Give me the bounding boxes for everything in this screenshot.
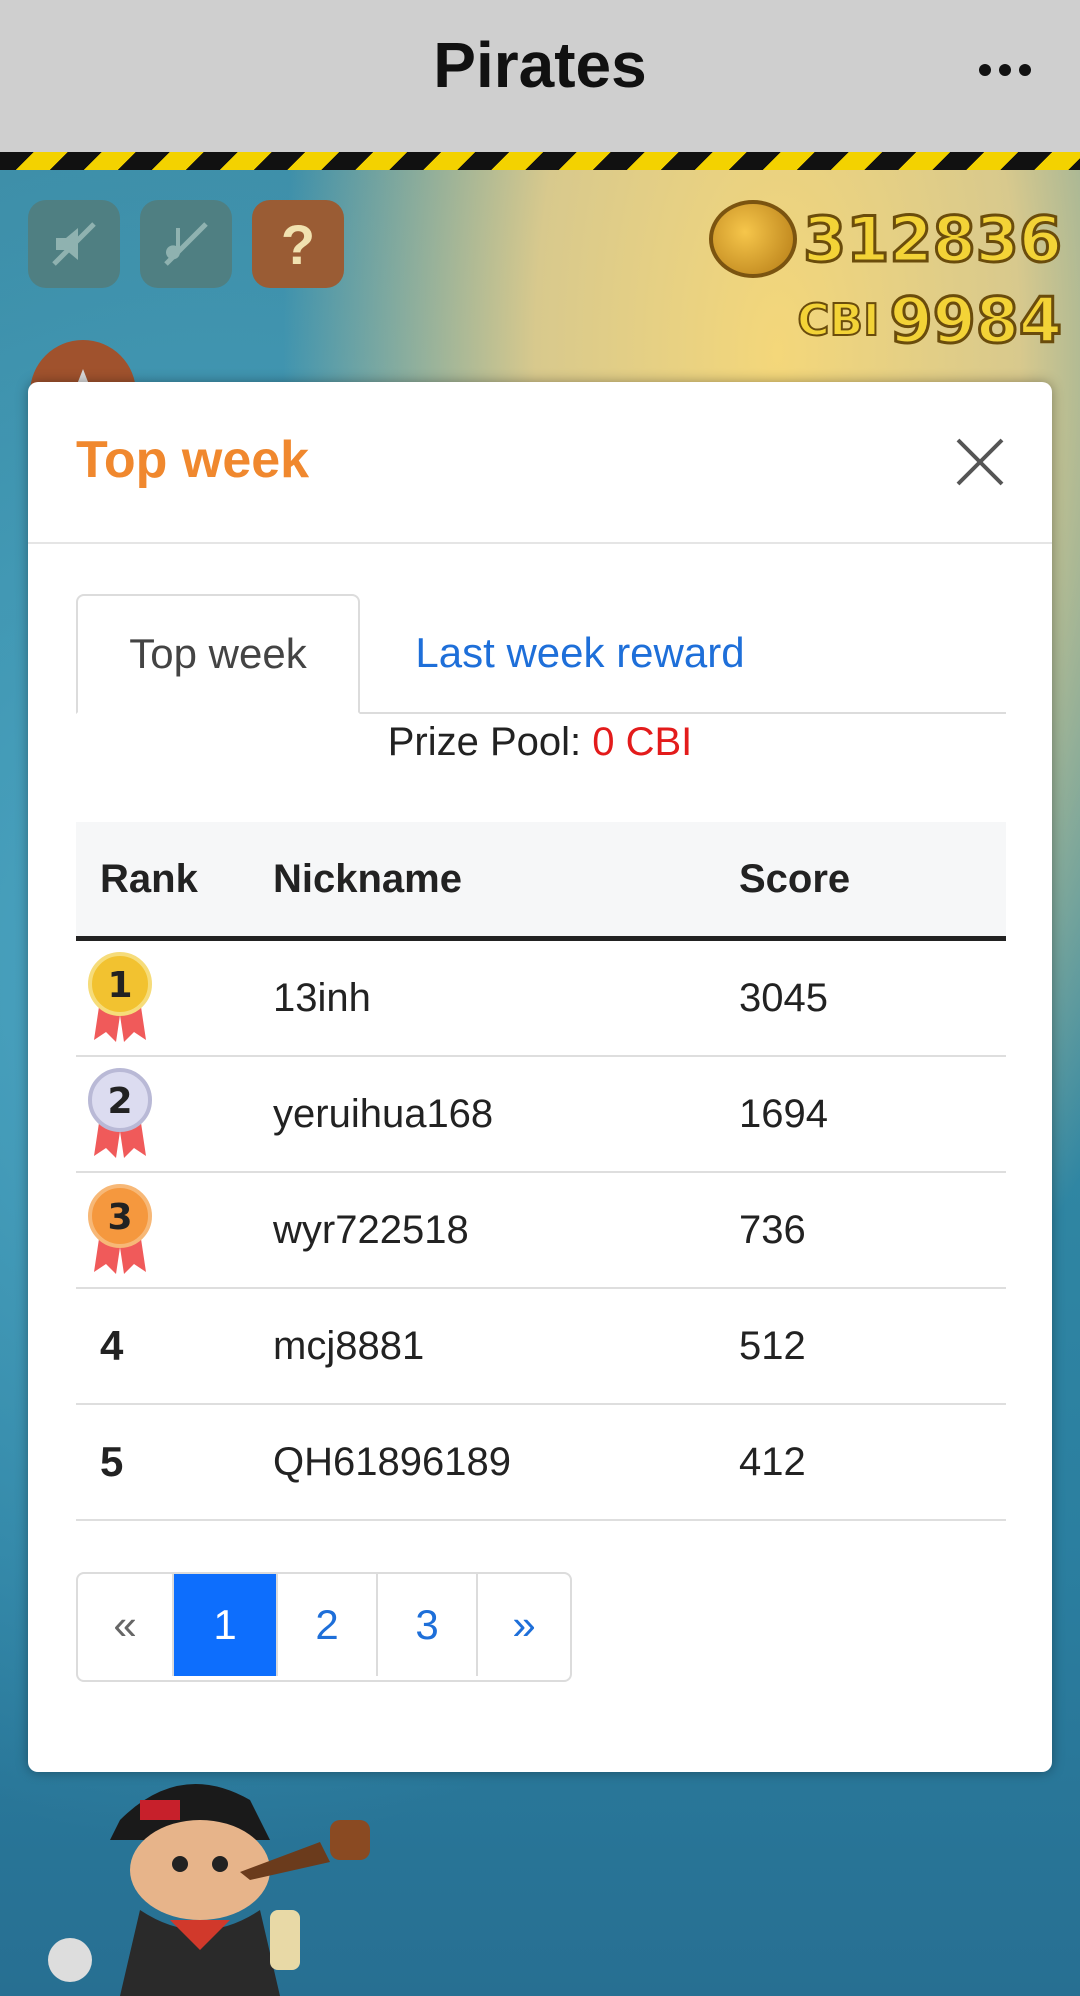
page-2-button[interactable]: 2 [278, 1574, 378, 1676]
score-cell: 512 [715, 1288, 1006, 1405]
header-score: Score [715, 822, 1006, 941]
medal-number: 1 [107, 965, 132, 1006]
help-button[interactable]: ? [252, 200, 344, 288]
nickname-cell: yeruihua168 [249, 1056, 715, 1173]
cbi-balance: CBI 9984 [796, 283, 1064, 359]
modal-header: Top week [28, 382, 1052, 544]
rank-cell: 4 [76, 1288, 249, 1405]
help-label: ? [280, 212, 316, 276]
header-rank: Rank [76, 822, 249, 941]
more-options-icon[interactable] [970, 40, 1040, 100]
page-next-button[interactable]: » [478, 1574, 570, 1676]
hazard-stripe [0, 152, 1080, 170]
modal-title: Top week [76, 431, 310, 489]
app-title: Pirates [433, 29, 647, 101]
pagination: « 1 2 3 » [76, 1572, 572, 1682]
pirate-character-icon [48, 1784, 370, 1996]
prize-pool-label: Prize Pool: [387, 720, 582, 764]
close-icon[interactable] [952, 434, 1008, 490]
coin-value: 312836 [802, 201, 1064, 277]
nickname-cell: QH61896189 [249, 1404, 715, 1521]
cbi-label: CBI [796, 294, 880, 347]
coin-icon [709, 200, 798, 278]
leaderboard-table: Rank Nickname Score 1 13inh 3045 2 yerui… [76, 822, 1006, 1521]
nickname-cell: 13inh [249, 938, 715, 1057]
header-nickname: Nickname [249, 822, 715, 941]
medal-number: 3 [107, 1197, 132, 1238]
table-header-row: Rank Nickname Score [76, 822, 1006, 941]
silver-medal-icon: 2 [88, 1068, 152, 1158]
bronze-medal-icon: 3 [88, 1184, 152, 1274]
tab-bar: Top week Last week reward [76, 594, 1006, 714]
table-row: 4 mcj8881 512 [76, 1288, 1006, 1405]
rank-cell: 2 [76, 1056, 249, 1173]
rank-cell: 5 [76, 1404, 249, 1521]
music-off-icon[interactable] [140, 200, 232, 288]
rank-cell: 1 [76, 938, 249, 1057]
nickname-cell: mcj8881 [249, 1288, 715, 1405]
prize-pool: Prize Pool: 0 CBI [28, 720, 1052, 765]
table-row: 1 13inh 3045 [76, 938, 1006, 1057]
page-3-button[interactable]: 3 [378, 1574, 478, 1676]
gold-medal-icon: 1 [88, 952, 152, 1042]
cbi-value: 9984 [888, 283, 1064, 359]
table-row: 5 QH61896189 412 [76, 1404, 1006, 1521]
coin-balance: 312836 [709, 200, 1064, 278]
tab-top-week[interactable]: Top week [76, 594, 360, 714]
nickname-cell: wyr722518 [249, 1172, 715, 1289]
score-cell: 1694 [715, 1056, 1006, 1173]
table-row: 3 wyr722518 736 [76, 1172, 1006, 1289]
rank-cell: 3 [76, 1172, 249, 1289]
table-row: 2 yeruihua168 1694 [76, 1056, 1006, 1173]
tab-last-week-reward[interactable]: Last week reward [360, 594, 800, 712]
prize-pool-amount: 0 CBI [592, 720, 693, 764]
score-cell: 736 [715, 1172, 1006, 1289]
medal-number: 2 [107, 1081, 132, 1122]
score-cell: 412 [715, 1404, 1006, 1521]
app-bar: Pirates [0, 0, 1080, 152]
score-cell: 3045 [715, 938, 1006, 1057]
sound-off-icon[interactable] [28, 200, 120, 288]
page-1-button[interactable]: 1 [174, 1574, 278, 1676]
page-prev-button[interactable]: « [78, 1574, 174, 1676]
leaderboard-modal: Top week Top week Last week reward Prize… [28, 382, 1052, 1772]
